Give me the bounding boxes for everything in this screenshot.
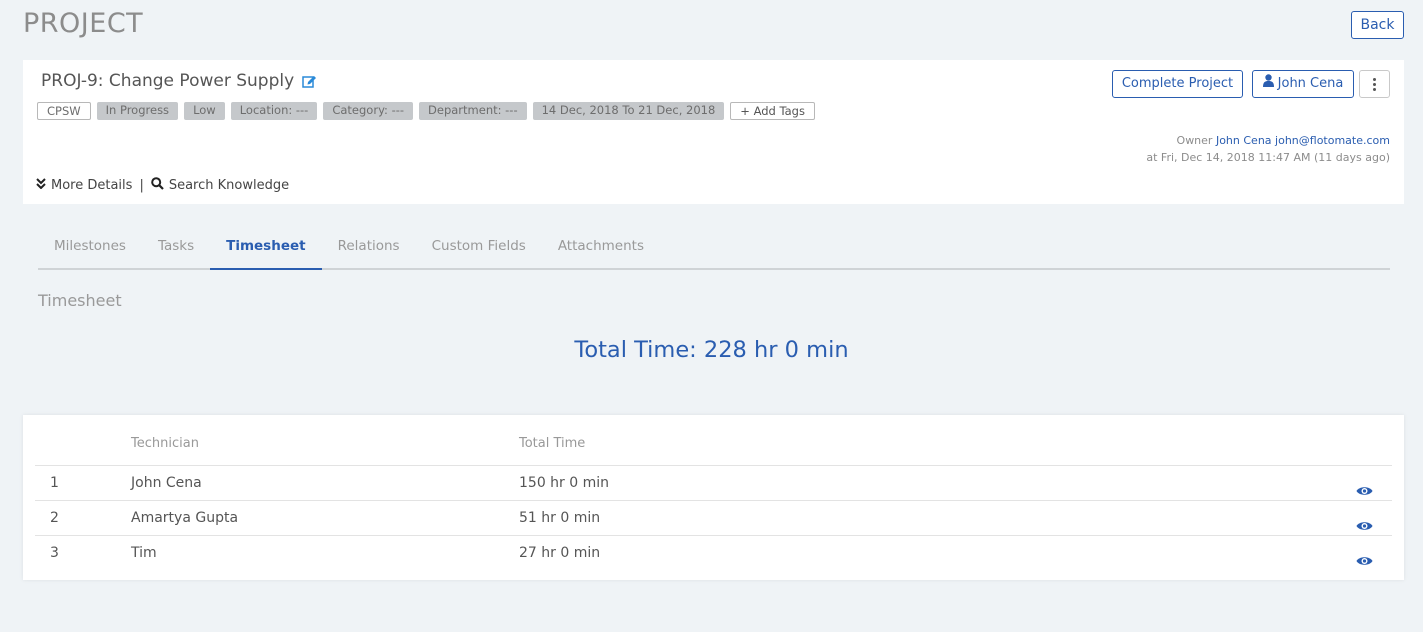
tag-date-range[interactable]: 14 Dec, 2018 To 21 Dec, 2018: [532, 102, 725, 120]
tag-priority[interactable]: Low: [184, 102, 225, 120]
more-details-link[interactable]: More Details: [51, 178, 132, 193]
column-header-total-time: Total Time: [519, 436, 586, 451]
table-row: 1 John Cena 150 hr 0 min: [35, 466, 1392, 501]
owner-name-link[interactable]: John Cena: [1216, 134, 1272, 147]
tag-category[interactable]: Category: ---: [323, 102, 414, 120]
table-header: Technician Total Time: [35, 433, 1392, 466]
assignee-button[interactable]: John Cena: [1252, 70, 1354, 98]
tag-department[interactable]: Department: ---: [419, 102, 527, 120]
tab-relations[interactable]: Relations: [322, 229, 416, 270]
tab-timesheet[interactable]: Timesheet: [210, 229, 322, 270]
search-icon[interactable]: [151, 177, 164, 194]
eye-icon[interactable]: [1356, 546, 1373, 581]
search-knowledge-link[interactable]: Search Knowledge: [169, 178, 289, 193]
page-title: PROJECT: [23, 8, 144, 39]
technician-name: John Cena: [131, 475, 202, 491]
owner-email-link[interactable]: john@flotomate.com: [1275, 134, 1390, 147]
tag-status[interactable]: In Progress: [96, 102, 179, 120]
edit-icon[interactable]: [302, 74, 317, 88]
tab-custom-fields[interactable]: Custom Fields: [416, 229, 542, 270]
tab-milestones[interactable]: Milestones: [38, 229, 142, 270]
technician-name: Tim: [131, 545, 157, 561]
project-title-row: PROJ-9: Change Power Supply: [41, 71, 317, 91]
back-button[interactable]: Back: [1351, 11, 1404, 39]
total-time-value: 27 hr 0 min: [519, 545, 601, 561]
user-icon: [1262, 71, 1274, 97]
project-title: PROJ-9: Change Power Supply: [41, 71, 295, 91]
timesheet-table: Technician Total Time 1 John Cena 150 hr…: [23, 415, 1404, 580]
tab-tasks[interactable]: Tasks: [142, 229, 210, 270]
tab-bar: Milestones Tasks Timesheet Relations Cus…: [38, 229, 1390, 270]
table-row: 2 Amartya Gupta 51 hr 0 min: [35, 501, 1392, 536]
table-row: 3 Tim 27 hr 0 min: [35, 536, 1392, 571]
project-header-card: PROJ-9: Change Power Supply CPSW In Prog…: [23, 60, 1404, 204]
total-time: Total Time: 228 hr 0 min: [574, 337, 849, 363]
add-tags-button[interactable]: + Add Tags: [730, 102, 815, 120]
total-time-value: 150 hr 0 min: [519, 475, 610, 491]
separator: |: [139, 178, 144, 193]
tag-list: CPSW In Progress Low Location: --- Categ…: [37, 102, 815, 120]
total-time-value: 51 hr 0 min: [519, 510, 601, 526]
row-number: 2: [50, 510, 59, 526]
complete-project-button[interactable]: Complete Project: [1112, 70, 1243, 98]
row-number: 3: [50, 545, 59, 561]
tag-location[interactable]: Location: ---: [230, 102, 318, 120]
section-title: Timesheet: [38, 291, 122, 310]
double-chevron-down-icon[interactable]: [36, 178, 46, 193]
technician-name: Amartya Gupta: [131, 510, 239, 526]
owner-info: Owner John Cena john@flotomate.com at Fr…: [1146, 132, 1390, 166]
created-timestamp: at Fri, Dec 14, 2018 11:47 AM (11 days a…: [1146, 151, 1390, 164]
column-header-technician: Technician: [131, 436, 199, 451]
kebab-icon: [1373, 77, 1376, 91]
tab-attachments[interactable]: Attachments: [542, 229, 660, 270]
detail-links: More Details | Search Knowledge: [36, 177, 289, 194]
owner-prefix: Owner: [1176, 134, 1213, 147]
assignee-label: John Cena: [1277, 76, 1344, 91]
row-number: 1: [50, 475, 59, 491]
tag-code[interactable]: CPSW: [37, 102, 91, 120]
more-options-button[interactable]: [1359, 70, 1390, 98]
